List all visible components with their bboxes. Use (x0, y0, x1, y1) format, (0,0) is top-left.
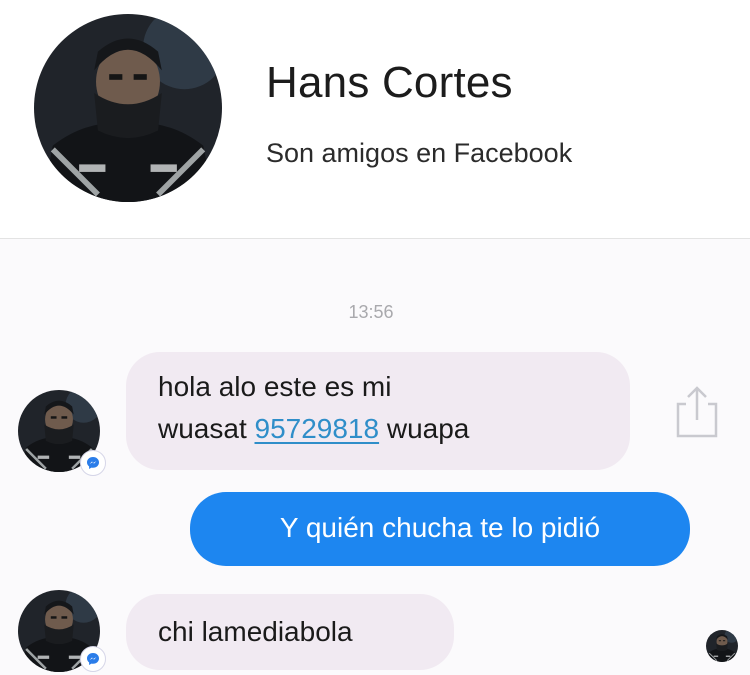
friend-status-text: Son amigos en Facebook (266, 138, 573, 168)
outgoing-message-bubble[interactable]: Y quién chucha te lo pidió (190, 492, 690, 566)
message-text-line: wuasat 95729818 wuapa (158, 408, 630, 450)
messenger-badge-icon (80, 450, 106, 476)
message-text: wuasat (158, 413, 255, 444)
phone-number-link[interactable]: 95729818 (255, 413, 380, 444)
incoming-message-bubble[interactable]: hola alo este es mi wuasat 95729818 wuap… (126, 352, 630, 470)
share-icon[interactable] (672, 382, 722, 440)
read-receipt-avatar (706, 630, 738, 662)
message-text: Y quién chucha te lo pidió (279, 512, 601, 543)
contact-name[interactable]: Hans Cortes (266, 58, 513, 108)
message-timestamp: 13:56 (348, 302, 394, 322)
contact-avatar[interactable] (34, 14, 222, 202)
conversation-header: Hans Cortes Son amigos en Facebook (0, 0, 750, 239)
messenger-badge-icon (80, 646, 106, 672)
message-text: wuapa (379, 413, 470, 444)
message-text-line: hola alo este es mi (158, 371, 392, 402)
message-text: chi lamediabola (158, 616, 353, 647)
incoming-message-bubble[interactable]: chi lamediabola (126, 594, 454, 670)
